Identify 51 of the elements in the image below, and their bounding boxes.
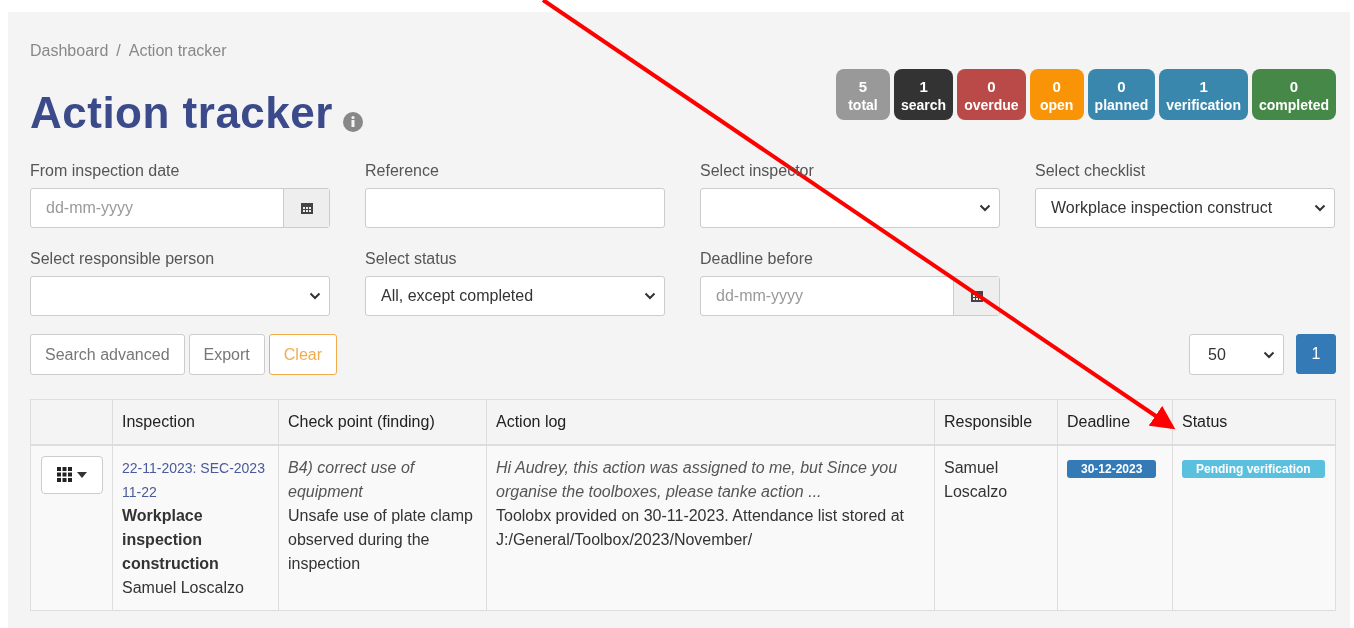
chevron-down-icon bbox=[1263, 350, 1275, 359]
header-cell: Deadline bbox=[1057, 399, 1173, 445]
field-label: From inspection date bbox=[30, 162, 180, 180]
header-cell: Responsible bbox=[934, 399, 1058, 445]
status-counter[interactable]: 1 verification bbox=[1159, 69, 1248, 121]
action-note: Toolobx provided on 30-11-2023. Attendance list stored at J:/General/Toolbox/2023/November/ bbox=[496, 505, 905, 550]
status-counter[interactable]: 0 completed bbox=[1252, 69, 1336, 121]
action-button[interactable]: Search advanced bbox=[30, 334, 185, 375]
deadline-label: 30-12-2023 bbox=[1067, 459, 1157, 478]
chevron-down-icon bbox=[644, 292, 656, 300]
breadcrumb-separator: / bbox=[116, 42, 121, 60]
field-label: Deadline before bbox=[700, 250, 813, 268]
responsible-name: Samuel Loscalzo bbox=[944, 457, 1009, 502]
info-icon[interactable] bbox=[342, 112, 363, 132]
status-counter[interactable]: 0 overdue bbox=[957, 69, 1026, 121]
chevron-down-icon bbox=[1314, 204, 1326, 212]
breadcrumb-item[interactable]: Action tracker bbox=[128, 42, 227, 60]
checklist-name: Workplace inspection construction bbox=[122, 505, 220, 574]
action-message: Hi Audrey, this action was assigned to me, but Since you organise the toolboxes, please tanke action ... bbox=[496, 457, 899, 502]
header-cell: Status bbox=[1172, 399, 1336, 445]
text-field[interactable] bbox=[365, 188, 665, 228]
row-menu-button[interactable] bbox=[41, 455, 103, 494]
caret-icon bbox=[75, 470, 88, 479]
breadcrumb-item[interactable]: Dashboard bbox=[30, 42, 109, 60]
grid-icon bbox=[56, 467, 72, 482]
field-label: Select checklist bbox=[1035, 162, 1146, 180]
header-cell: Action log bbox=[486, 399, 935, 445]
finding-text: Unsafe use of plate clamp observed during the inspection bbox=[288, 505, 474, 574]
inspector-name: Samuel Loscalzo bbox=[122, 577, 245, 598]
header-cell: Check point (finding) bbox=[278, 399, 487, 445]
header-cell: Inspection bbox=[112, 399, 279, 445]
inspection-reference[interactable]: 22-11-2023: SEC-2023 11-22 bbox=[122, 455, 269, 504]
select-field[interactable] bbox=[30, 276, 330, 316]
select-field[interactable]: All, except completed bbox=[365, 276, 665, 316]
field-label: Select responsible person bbox=[30, 250, 215, 268]
page-title: Action tracker bbox=[30, 88, 333, 138]
field-label: Reference bbox=[365, 162, 439, 180]
page-size-select[interactable]: 50 bbox=[1189, 334, 1284, 375]
page-button[interactable]: 1 bbox=[1296, 334, 1336, 374]
status-counter[interactable]: 0 open bbox=[1029, 69, 1084, 121]
field-label: Select status bbox=[365, 250, 457, 268]
select-field[interactable]: Workplace inspection construct bbox=[1035, 188, 1335, 228]
status-counter[interactable]: 1 search bbox=[894, 69, 954, 121]
checkpoint-title: B4) correct use of equipment bbox=[288, 457, 417, 502]
chevron-down-icon bbox=[979, 204, 991, 212]
select-field[interactable] bbox=[700, 188, 1000, 228]
chevron-down-icon bbox=[309, 292, 321, 300]
status-counter[interactable]: 0 planned bbox=[1087, 69, 1156, 121]
status-label: Pending verification bbox=[1182, 459, 1325, 478]
status-counter[interactable]: 5 total bbox=[836, 69, 890, 121]
action-button[interactable]: Export bbox=[188, 334, 265, 375]
